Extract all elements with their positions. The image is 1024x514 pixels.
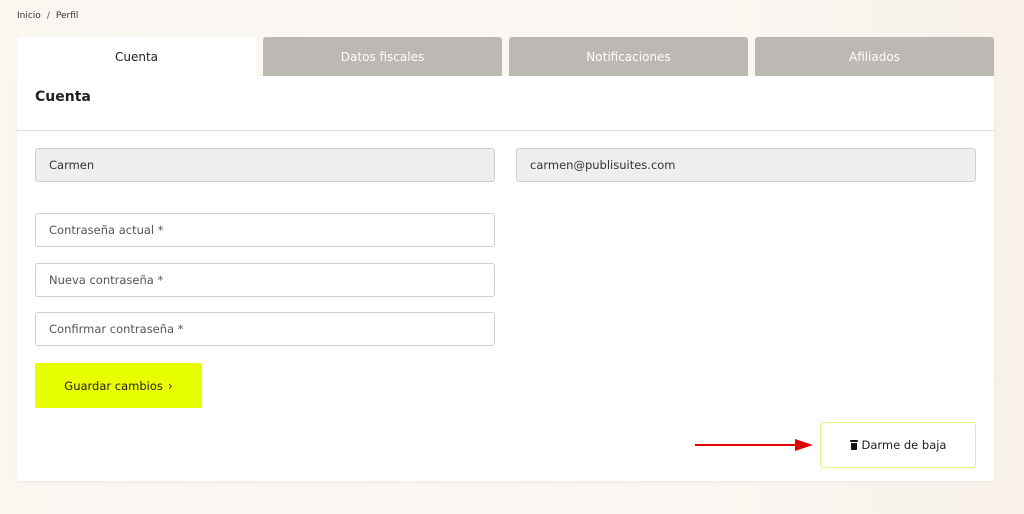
breadcrumb-current: Perfil: [55, 11, 79, 21]
profile-tabs: Cuenta Datos fiscales Notificaciones Afi…: [17, 37, 994, 76]
breadcrumb-separator: /: [46, 11, 50, 21]
tab-datos-fiscales[interactable]: Datos fiscales: [263, 37, 502, 76]
breadcrumb: Inicio / Perfil: [17, 11, 78, 21]
tab-afiliados[interactable]: Afiliados: [755, 37, 994, 76]
account-card: Cuenta Carmen carmen@publisuites.com Gua…: [17, 76, 994, 481]
name-field: Carmen: [35, 148, 495, 182]
name-value: Carmen: [49, 158, 95, 172]
chevron-right-icon: ›: [167, 378, 173, 393]
confirm-password-input[interactable]: [49, 313, 481, 345]
email-field: carmen@publisuites.com: [516, 148, 976, 182]
unsubscribe-button-label: Darme de baja: [861, 438, 947, 452]
divider: [17, 130, 994, 131]
current-password-field[interactable]: [35, 213, 495, 247]
confirm-password-field[interactable]: [35, 312, 495, 346]
save-changes-button[interactable]: Guardar cambios ›: [35, 363, 202, 408]
tab-notificaciones[interactable]: Notificaciones: [509, 37, 748, 76]
unsubscribe-button[interactable]: Darme de baja: [820, 422, 976, 468]
current-password-input[interactable]: [49, 214, 481, 246]
email-value: carmen@publisuites.com: [530, 158, 676, 172]
new-password-input[interactable]: [49, 264, 481, 296]
tab-cuenta[interactable]: Cuenta: [17, 37, 256, 76]
save-button-label: Guardar cambios: [64, 378, 163, 393]
breadcrumb-home[interactable]: Inicio: [17, 11, 41, 21]
new-password-field[interactable]: [35, 263, 495, 297]
arrow-right-icon: [695, 439, 813, 451]
trash-icon: [849, 440, 858, 450]
card-title: Cuenta: [35, 89, 91, 105]
